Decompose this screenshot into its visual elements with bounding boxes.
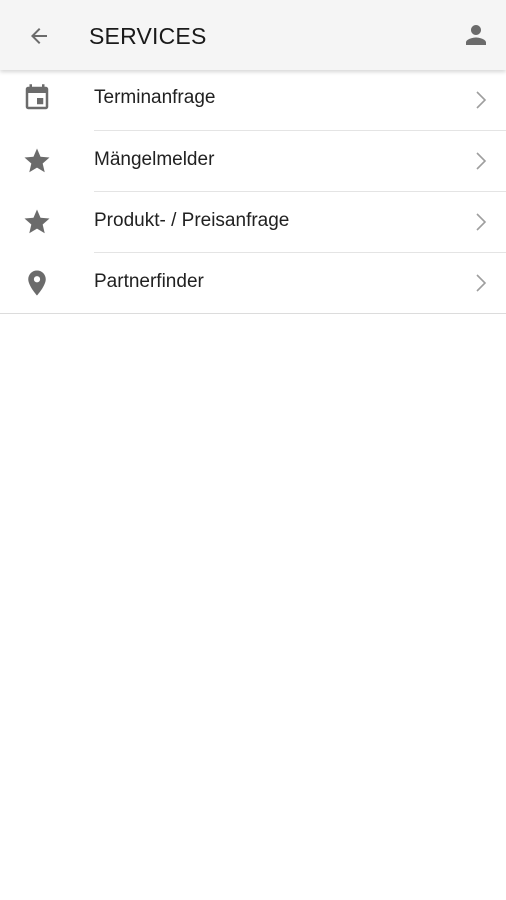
list-item-label: Mängelmelder: [94, 149, 215, 170]
divider: [0, 313, 506, 314]
back-button[interactable]: [20, 17, 58, 55]
list-item-label: Partnerfinder: [94, 271, 204, 292]
calendar-icon: [22, 83, 52, 113]
chevron-right-icon: [474, 150, 488, 172]
list-item-label: Produkt- / Preisanfrage: [94, 210, 290, 231]
services-list: Terminanfrage Mängelmelder Produkt- / Pr…: [0, 70, 506, 314]
chevron-right-icon: [474, 272, 488, 294]
app-bar: SERVICES: [0, 0, 506, 70]
list-item-maengelmelder[interactable]: Mängelmelder: [0, 131, 506, 192]
chevron-right-icon: [474, 211, 488, 233]
star-icon: [22, 146, 52, 176]
person-icon: [466, 25, 486, 45]
arrow-left-icon: [31, 28, 47, 44]
list-item-terminanfrage[interactable]: Terminanfrage: [0, 70, 506, 131]
chevron-right-icon: [474, 89, 488, 111]
list-item-partnerfinder[interactable]: Partnerfinder: [0, 253, 506, 314]
star-icon: [22, 207, 52, 237]
location-pin-icon: [22, 268, 52, 298]
app-screen: SERVICES Terminanfrage Mängelmelder Prod…: [0, 0, 506, 900]
profile-button[interactable]: [458, 16, 494, 54]
list-item-produkt-preisanfrage[interactable]: Produkt- / Preisanfrage: [0, 192, 506, 253]
list-item-label: Terminanfrage: [94, 87, 216, 108]
page-title: SERVICES: [89, 23, 207, 49]
